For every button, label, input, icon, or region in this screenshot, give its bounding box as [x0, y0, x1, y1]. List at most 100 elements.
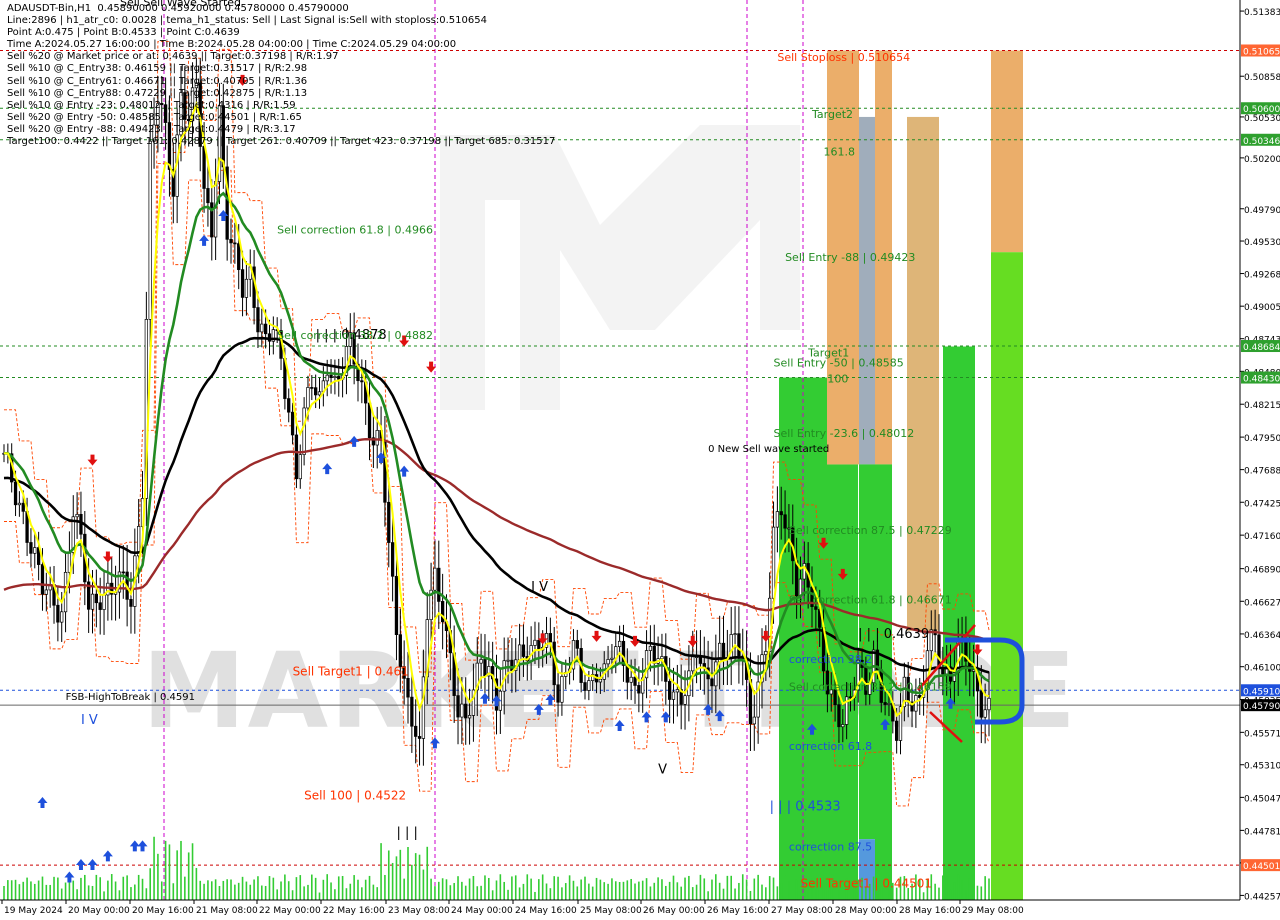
candle-body: [21, 502, 25, 512]
target-zone: [859, 116, 875, 465]
candle-body: [202, 146, 206, 189]
candle-body: [121, 571, 125, 574]
candle-body: [79, 514, 83, 535]
candle-body: [837, 704, 841, 728]
time-tick-label: 21 May 08:00: [196, 906, 258, 916]
candle-body: [575, 640, 579, 649]
candle-body: [148, 140, 152, 320]
candle-body: [752, 716, 756, 725]
candle-body: [406, 678, 410, 698]
price-tick-label: 0.47160: [1244, 532, 1280, 542]
candle-body: [56, 604, 60, 623]
info-line: Point A:0.475 | Point B:0.4533 | Point C…: [7, 27, 240, 39]
candle-body: [691, 656, 695, 672]
candle-body: [237, 243, 241, 270]
chart-annotation: I V: [81, 713, 98, 728]
price-tick-label: 0.46100: [1244, 664, 1280, 674]
candle-body: [287, 398, 291, 413]
candle-body: [537, 639, 541, 651]
candle-body: [306, 387, 310, 409]
price-tick-label: 0.47950: [1244, 434, 1280, 444]
candle-body: [414, 725, 418, 737]
candle-body: [33, 547, 37, 554]
chart-annotation: Sell Stoploss | 0.510654: [777, 51, 910, 64]
price-tag: 0.50600: [1243, 105, 1280, 115]
info-line: Sell %10 @ C_Entry61: 0.46671 || Target:…: [7, 75, 308, 87]
candle-body: [683, 695, 687, 705]
candle-body: [698, 656, 703, 664]
candle-body: [510, 659, 514, 671]
price-tick-label: 0.45310: [1244, 762, 1280, 772]
price-tick-label: 0.49268: [1244, 271, 1280, 281]
candle-body: [464, 703, 468, 719]
price-tick-label: 0.49005: [1244, 303, 1280, 313]
time-axis: 19 May 2024 20 May 00:00 20 May 16:00 21 Ma…: [0, 899, 1240, 920]
candle-body: [394, 575, 399, 635]
info-line: Sell %10 @ Entry -23: 0.48012 || Target:…: [7, 99, 296, 111]
chart-annotation: Sell correction 38.2 | 0.46159: [789, 680, 952, 693]
info-line: Sell %20 @ Market price or at: 0.4639 ||…: [7, 51, 339, 63]
candle-body: [533, 639, 537, 646]
candle-body: [263, 323, 268, 335]
price-tick-label: 0.47688: [1244, 467, 1280, 477]
candle-body: [587, 680, 591, 691]
candle-body: [317, 391, 322, 396]
candle-body: [617, 640, 622, 647]
chart-annotation: 100: [827, 373, 848, 386]
chart-annotation: 161.8: [824, 145, 856, 158]
candle-body: [895, 720, 899, 741]
candle-body: [667, 681, 672, 700]
candle-body: [560, 676, 564, 703]
candle-body: [637, 685, 641, 694]
time-tick-label: 29 May 08:00: [962, 906, 1024, 916]
candle-body: [606, 659, 610, 665]
info-line: ADAUSDT-Bin,H1 0.45890000 0.45920000 0.4…: [7, 3, 349, 14]
candle-body: [102, 594, 106, 610]
candle-body: [367, 402, 372, 439]
price-tick-label: 0.45047: [1244, 794, 1280, 804]
chart-annotation: Sell Entry -88 | 0.49423: [785, 251, 915, 264]
time-tick-label: 20 May 16:00: [132, 906, 194, 916]
chart-annotation: Sell Target1 | 0.461: [293, 664, 409, 678]
candle-body: [633, 676, 637, 686]
candle-body: [467, 715, 472, 719]
price-tag: 0.51065: [1243, 47, 1280, 57]
chart-annotation: Target2: [811, 108, 853, 121]
chart-annotation: Sell correction 61.8 | 0.4966: [277, 224, 433, 237]
candle-body: [310, 387, 314, 389]
chart-annotation: Sell 100 | 0.4522: [304, 788, 406, 802]
candle-body: [290, 411, 295, 436]
candle-body: [814, 606, 818, 610]
chart-annotation: correction 61.8: [789, 740, 872, 753]
candle-body: [294, 434, 299, 480]
price-tick-label: 0.50858: [1244, 73, 1280, 83]
price-tick-label: 0.44257: [1244, 892, 1280, 902]
candle-body: [337, 376, 341, 380]
target-zone: [943, 346, 975, 900]
price-tick-label: 0.47425: [1244, 499, 1280, 509]
candle-body: [610, 657, 614, 660]
candle-body: [937, 634, 941, 669]
time-tick-label: 26 May 00:00: [643, 906, 705, 916]
candle-body: [648, 645, 653, 651]
chart-annotation: Sell correction 61.8 | 0.46671: [789, 593, 952, 606]
candle-body: [783, 514, 787, 529]
candle-body: [60, 611, 64, 623]
chart-annotation: FSB-HighToBreak | 0.4591: [66, 692, 195, 703]
candle-body: [44, 589, 48, 595]
time-tick-label: 24 May 00:00: [451, 906, 513, 916]
candle-body: [387, 501, 391, 543]
price-tick-label: 0.46890: [1244, 566, 1280, 576]
candle-body: [483, 659, 487, 677]
time-tick-label: 22 May 00:00: [259, 906, 321, 916]
candle-body: [333, 376, 337, 378]
chart-annotation: | | | 0.4533: [770, 800, 841, 815]
candle-body: [721, 642, 726, 658]
time-tick-label: 28 May 16:00: [899, 906, 961, 916]
chart-annotation: Sell correction 38.2 | 0.4882: [277, 329, 433, 342]
candle-body: [375, 430, 379, 446]
candle-body: [987, 697, 991, 711]
candle-body: [479, 659, 483, 664]
candle-body: [771, 526, 776, 599]
info-line: Sell %10 @ C_Entry38: 0.46159 || Target:…: [7, 63, 308, 75]
